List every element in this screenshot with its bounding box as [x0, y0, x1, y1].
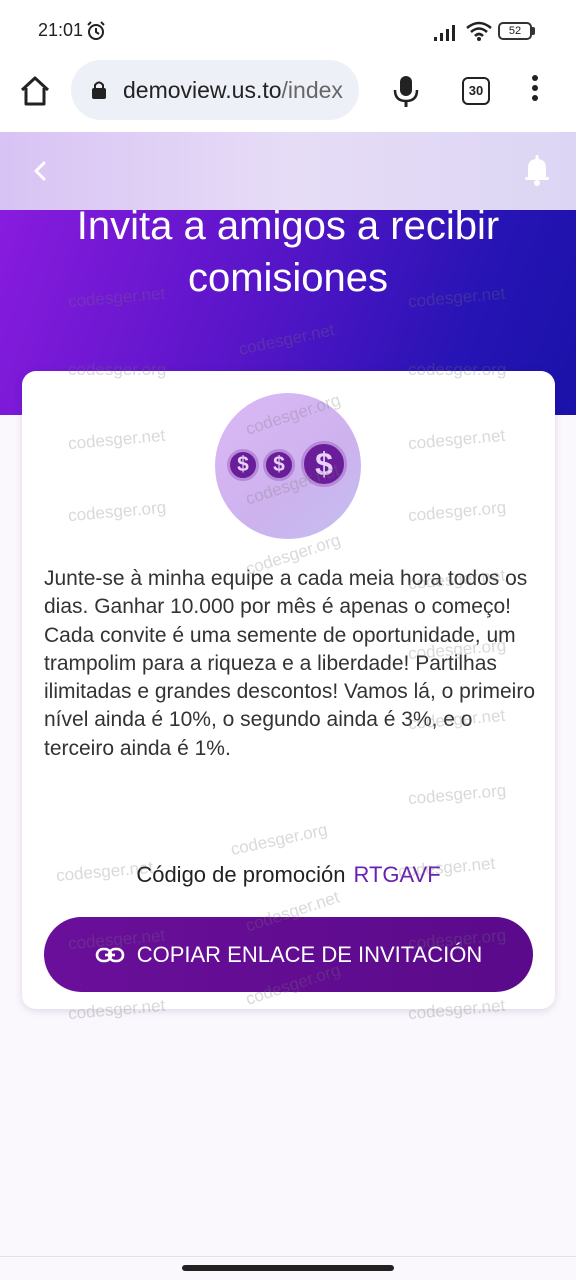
url-path: /index [281, 77, 343, 103]
dollar-coin-icon: $ [263, 449, 295, 481]
promo-code-row: Código de promoción RTGAVF [22, 862, 555, 888]
tab-switcher-button[interactable]: 30 [462, 77, 490, 105]
invite-description: Junte-se à minha equipe a cada meia hora… [44, 567, 536, 760]
status-time: 21:01 [38, 20, 84, 40]
more-vert-icon[interactable] [528, 75, 542, 105]
dollar-coin-icon: $ [301, 441, 347, 487]
page-title-line1: Invita a amigos a recibir [76, 204, 500, 248]
app-bar [0, 132, 576, 210]
signal-icon [434, 25, 455, 41]
mic-icon[interactable] [392, 74, 420, 108]
alarm-icon [87, 21, 105, 40]
dollar-coin-icon: $ [227, 449, 259, 481]
coins-icon: $ $ $ [215, 393, 361, 539]
bell-icon[interactable] [522, 154, 552, 186]
link-icon [95, 947, 125, 962]
battery-icon: 52 [498, 22, 536, 40]
home-icon[interactable] [18, 74, 52, 108]
promo-code-value[interactable]: RTGAVF [353, 862, 440, 887]
copy-invite-link-label: COPIAR ENLACE DE INVITACIÓN [136, 941, 483, 967]
battery-level: 52 [498, 22, 532, 40]
url-bar[interactable]: demoview.us.to/index [71, 60, 359, 120]
url-text: demoview.us.to/index [123, 77, 343, 104]
status-bar: 21:01 52 [0, 0, 576, 60]
copy-invite-link-button[interactable]: COPIAR ENLACE DE INVITACIÓN [44, 917, 533, 992]
chevron-left-icon[interactable] [28, 156, 52, 186]
promo-code-label: Código de promoción [136, 862, 346, 887]
wifi-icon [466, 21, 492, 41]
page-title-line2: comisiones [187, 256, 389, 300]
gesture-bar[interactable] [182, 1265, 394, 1271]
invite-card: $ $ $ Junte-se à minha equipe a cada mei… [22, 371, 555, 1009]
browser-toolbar: demoview.us.to/index 30 [0, 60, 576, 132]
page-title: Invita a amigos a recibir comisiones [0, 200, 576, 304]
bottom-divider [0, 1256, 576, 1257]
lock-icon [92, 81, 106, 99]
url-domain: demoview.us.to [123, 77, 282, 103]
